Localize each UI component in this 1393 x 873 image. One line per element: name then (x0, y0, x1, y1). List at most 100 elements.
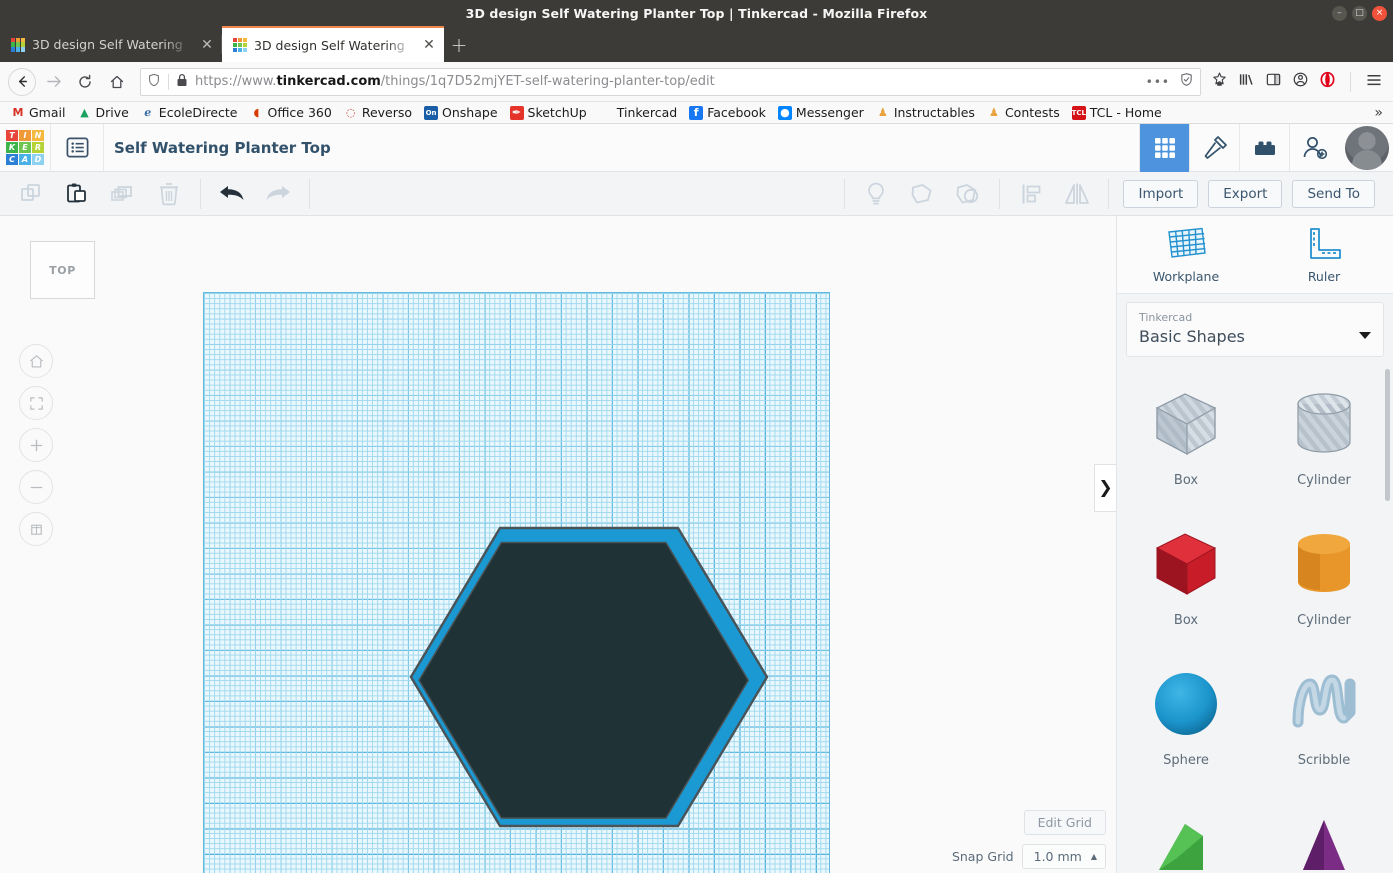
star-icon[interactable] (1211, 71, 1228, 92)
bookmark-ecoledirecte[interactable]: ℯ EcoleDirecte (136, 103, 243, 122)
shape-item-scribble-5[interactable]: Scribble (1255, 647, 1393, 787)
chevron-down-icon[interactable] (1359, 332, 1371, 339)
codeblocks-hammer-icon[interactable] (1189, 123, 1239, 172)
lightbulb-hint-icon[interactable] (853, 172, 899, 216)
invite-person-icon[interactable] (1289, 123, 1339, 172)
shape-library-dropdown-wrap: Tinkercad Basic Shapes (1117, 294, 1393, 363)
snap-grid-row: Snap Grid 1.0 mm ▲ (952, 844, 1106, 869)
bookmark-reverso[interactable]: ◌ Reverso (339, 103, 417, 122)
project-list-button[interactable] (51, 124, 103, 172)
ortho-perspective-icon[interactable] (19, 512, 53, 546)
onshape-icon: On (424, 105, 439, 120)
hamburger-menu-icon[interactable] (1365, 71, 1383, 93)
grid-apps-icon[interactable] (1139, 123, 1189, 172)
new-tab-button[interactable]: + (444, 27, 474, 62)
copy-icon[interactable] (8, 172, 54, 216)
shape-item-roof-green-icon-6[interactable] (1117, 787, 1255, 873)
shape-item-box-0[interactable]: Box (1117, 367, 1255, 507)
reload-button[interactable] (70, 67, 100, 97)
bookmark-onshape[interactable]: On Onshape (419, 103, 502, 122)
bookmarks-bar: M Gmail ▲ Drive ℯ EcoleDirecte ◖ Office 360 ◌ Rev… (0, 102, 1393, 124)
header-action-icons (1139, 123, 1339, 172)
send-to-button[interactable]: Send To (1292, 179, 1375, 208)
close-window-button[interactable]: × (1372, 5, 1387, 21)
account-icon[interactable] (1292, 71, 1309, 92)
hexagonal-planter-top[interactable] (203, 292, 830, 873)
office-icon: ◖ (253, 106, 260, 119)
tinkercad-logo[interactable]: TIN KER CAD (0, 128, 50, 168)
import-button[interactable]: Import (1123, 179, 1199, 208)
url-text[interactable]: https://www.tinkercad.com/things/1q7D52m… (195, 74, 1139, 89)
back-button[interactable] (8, 67, 36, 96)
shapes-scrollbar[interactable] (1385, 369, 1390, 501)
zoom-out-icon[interactable] (19, 470, 53, 504)
home-view-icon[interactable] (19, 344, 53, 378)
design-canvas[interactable]: TOP Edit Grid Snap Grid 1.0 mm ▲ ❯ (0, 216, 1116, 873)
tracking-protection-icon[interactable] (1179, 72, 1194, 91)
shape-item-box-2[interactable]: Box (1117, 507, 1255, 647)
bookmark-drive[interactable]: ▲ Drive (72, 103, 133, 122)
delete-trash-icon[interactable] (146, 172, 192, 216)
shape-item-cylinder-3[interactable]: Cylinder (1255, 507, 1393, 647)
tab-close-icon[interactable]: ✕ (199, 38, 215, 52)
shapes-list[interactable]: Box Cylinder Box Cylinder Sphere Scribbl… (1117, 363, 1393, 873)
ruler-tool[interactable]: Ruler (1255, 216, 1393, 293)
main-area: TOP Edit Grid Snap Grid 1.0 mm ▲ ❯ Workp… (0, 216, 1393, 873)
logo-cell-a: A (19, 154, 31, 166)
shape-label: Sphere (1163, 753, 1209, 768)
forward-button[interactable] (38, 67, 68, 97)
bookmarks-overflow-icon[interactable]: » (1374, 105, 1387, 121)
brick-blocks-icon[interactable] (1239, 123, 1289, 172)
snap-grid-select[interactable]: 1.0 mm ▲ (1021, 844, 1106, 869)
workplane-tool[interactable]: Workplane (1117, 216, 1255, 293)
ungroup-shapes-icon[interactable] (945, 172, 991, 216)
bookmark-label: Reverso (361, 105, 413, 120)
library-icon[interactable] (1238, 71, 1255, 92)
bookmark-messenger[interactable]: ● Messenger (773, 103, 869, 122)
bookmark-label: Gmail (29, 105, 66, 120)
mirror-flip-icon[interactable] (1054, 172, 1100, 216)
browser-tab-2[interactable]: 3D design Self Watering ✕ (222, 26, 444, 62)
redo-icon[interactable] (255, 172, 301, 216)
bookmark-office-360[interactable]: ◖ Office 360 (245, 103, 337, 122)
page-title[interactable]: Self Watering Planter Top (104, 139, 1139, 157)
bookmark-sketchup[interactable]: ✒ SketchUp (505, 103, 592, 122)
lock-icon[interactable] (176, 72, 188, 91)
export-button[interactable]: Export (1208, 179, 1283, 208)
scribble-icon (1286, 661, 1362, 747)
shape-library-dropdown[interactable]: Tinkercad Basic Shapes (1126, 302, 1384, 357)
bookmark-instructables[interactable]: ♟ Instructables (871, 103, 980, 122)
view-cube[interactable]: TOP (30, 241, 95, 299)
fit-to-view-icon[interactable] (19, 386, 53, 420)
shield-icon[interactable] (147, 72, 161, 91)
duplicate-icon[interactable] (100, 172, 146, 216)
opera-gx-icon[interactable] (1319, 71, 1336, 92)
urlbar-divider (168, 73, 169, 90)
bookmark-facebook[interactable]: f Facebook (684, 103, 771, 122)
home-button[interactable] (102, 67, 132, 97)
bookmark-contests[interactable]: ♟ Contests (982, 103, 1065, 122)
panel-collapse-toggle[interactable]: ❯ (1094, 464, 1116, 512)
url-bar[interactable]: https://www.tinkercad.com/things/1q7D52m… (140, 67, 1201, 96)
maximize-button[interactable]: □ (1352, 5, 1367, 21)
bookmark-tinkercad[interactable]: Tinkercad (594, 103, 682, 122)
shape-item-cone-purple-icon-7[interactable] (1255, 787, 1393, 873)
nav-divider (1350, 71, 1351, 92)
undo-icon[interactable] (209, 172, 255, 216)
page-actions-icon[interactable]: ••• (1146, 75, 1170, 89)
shape-label: Scribble (1297, 753, 1351, 768)
tab-close-icon[interactable]: ✕ (421, 38, 437, 52)
shape-item-cylinder-1[interactable]: Cylinder (1255, 367, 1393, 507)
paste-icon[interactable] (54, 172, 100, 216)
group-shapes-icon[interactable] (899, 172, 945, 216)
user-avatar[interactable] (1345, 125, 1389, 170)
bookmark-gmail[interactable]: M Gmail (6, 103, 70, 122)
zoom-in-icon[interactable] (19, 428, 53, 462)
align-icon[interactable] (1008, 172, 1054, 216)
sidebar-icon[interactable] (1265, 71, 1282, 92)
bookmark-tcl-home[interactable]: TCL TCL - Home (1067, 103, 1167, 122)
minimize-button[interactable]: – (1332, 5, 1347, 21)
browser-tab-1[interactable]: 3D design Self Watering ✕ (0, 27, 222, 62)
shape-item-sphere-4[interactable]: Sphere (1117, 647, 1255, 787)
edit-grid-button[interactable]: Edit Grid (1023, 810, 1106, 835)
